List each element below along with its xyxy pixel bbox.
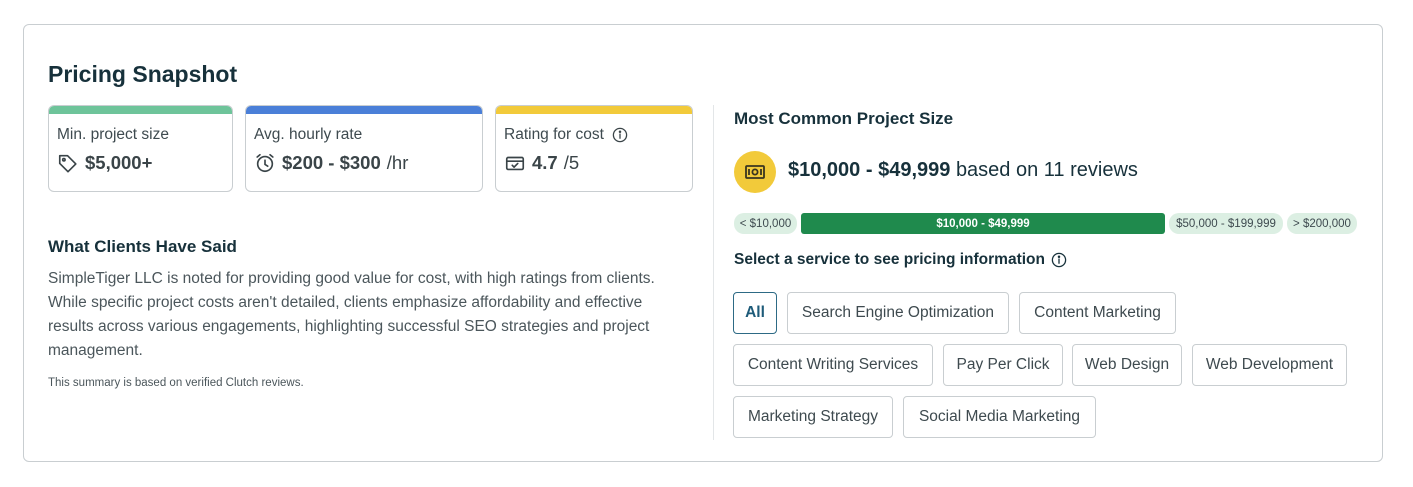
project-size-range: $10,000 - $49,999	[788, 159, 951, 181]
size-segment-under-10k: < $10,000	[734, 213, 797, 234]
cost-rating-label: Rating for cost	[504, 126, 604, 143]
min-project-value-row: $5,000+	[57, 152, 152, 174]
column-divider	[713, 105, 714, 440]
service-chip-web-design[interactable]: Web Design	[1072, 344, 1182, 386]
clients-heading: What Clients Have Said	[48, 237, 237, 256]
hourly-value-row: $200 - $300 /hr	[254, 152, 408, 174]
service-chip-ppc[interactable]: Pay Per Click	[943, 344, 1063, 386]
hourly-color-bar	[246, 106, 482, 114]
wallet-icon	[505, 156, 525, 171]
service-chip-web-development[interactable]: Web Development	[1192, 344, 1347, 386]
hourly-unit: /hr	[386, 152, 409, 173]
service-chip-marketing-strategy[interactable]: Marketing Strategy	[733, 396, 893, 438]
project-size-heading: Most Common Project Size	[734, 109, 954, 128]
cost-rating-box: Rating for cost 4.7 /5	[495, 105, 693, 192]
min-project-color-bar	[49, 106, 232, 114]
info-icon[interactable]	[612, 127, 628, 143]
size-segment-over-200k: > $200,000	[1287, 213, 1357, 234]
service-heading-row: Select a service to see pricing informat…	[734, 251, 1067, 269]
money-icon	[734, 151, 776, 193]
service-chip-content-marketing[interactable]: Content Marketing	[1019, 292, 1176, 334]
clients-summary: SimpleTiger LLC is noted for providing g…	[48, 270, 655, 359]
min-project-label: Min. project size	[57, 126, 169, 143]
cost-rating-color-bar	[496, 106, 692, 114]
clock-icon	[256, 153, 274, 173]
service-chip-content-writing[interactable]: Content Writing Services	[733, 344, 933, 386]
service-chip-seo[interactable]: Search Engine Optimization	[787, 292, 1009, 334]
hourly-value: $200 - $300	[282, 152, 381, 173]
service-heading: Select a service to see pricing informat…	[734, 251, 1045, 268]
min-project-value: $5,000+	[85, 152, 153, 173]
clients-note: This summary is based on verified Clutch…	[48, 377, 304, 389]
project-size-summary: $10,000 - $49,999 based on 11 reviews	[788, 159, 1138, 182]
service-chip-all[interactable]: All	[733, 292, 777, 334]
hourly-label: Avg. hourly rate	[254, 126, 363, 143]
tag-icon	[58, 154, 77, 173]
pricing-snapshot-card: Pricing Snapshot Min. project size $5,00…	[23, 24, 1383, 462]
size-segment-50k-200k: $50,000 - $199,999	[1169, 213, 1283, 234]
size-segment-10k-50k: $10,000 - $49,999	[801, 213, 1165, 234]
cost-rating-unit: /5	[563, 152, 580, 173]
section-title: Pricing Snapshot	[48, 61, 238, 87]
cost-rating-value: 4.7	[532, 152, 558, 173]
min-project-size-box: Min. project size $5,000+	[48, 105, 233, 192]
cost-rating-label-row: Rating for cost	[504, 126, 628, 144]
service-chip-social-media-marketing[interactable]: Social Media Marketing	[903, 396, 1096, 438]
hourly-rate-box: Avg. hourly rate $200 - $300 /hr	[245, 105, 483, 192]
project-size-bar: < $10,000 $10,000 - $49,999 $50,000 - $1…	[734, 213, 1357, 234]
cost-rating-value-row: 4.7 /5	[504, 152, 579, 174]
info-icon[interactable]	[1051, 252, 1067, 268]
project-size-suffix: based on 11 reviews	[955, 159, 1138, 181]
